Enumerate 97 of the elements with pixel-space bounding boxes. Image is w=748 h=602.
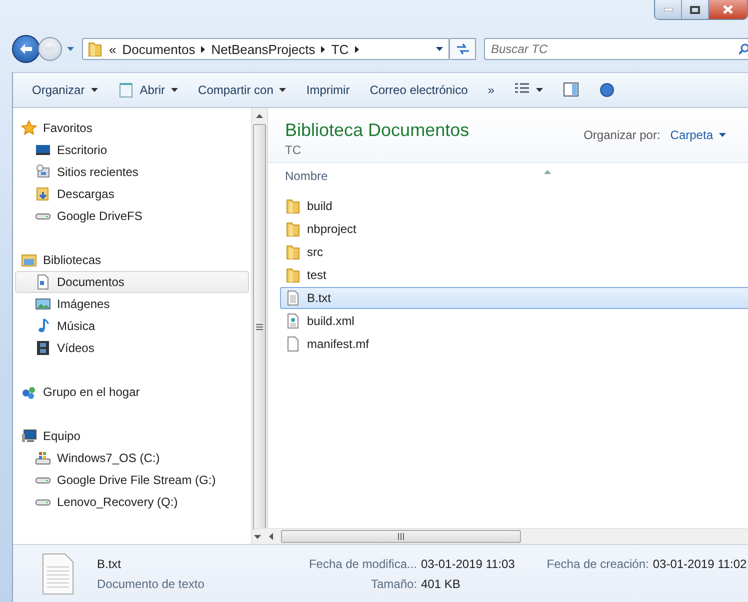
caret-icon	[719, 133, 726, 137]
text-file-icon	[285, 290, 301, 306]
right-arrow-icon	[44, 44, 56, 54]
vertical-scrollbar[interactable]	[251, 108, 267, 544]
notepad-icon	[118, 82, 134, 98]
navigation-item[interactable]: Escritorio	[15, 139, 249, 161]
document-icon	[35, 274, 51, 290]
file-name: B.txt	[97, 556, 122, 570]
column-header[interactable]: Nombre	[268, 163, 748, 189]
toolbar-button[interactable]: Compartir con	[191, 77, 294, 103]
navigation-item[interactable]: Lenovo_Recovery (Q:)	[15, 491, 249, 513]
navigation-item[interactable]: Equipo	[13, 425, 251, 447]
monitor-icon	[35, 142, 51, 158]
address-bar[interactable]: « Documentos NetBeansProjects TC	[82, 38, 450, 60]
sort-arrow-icon	[544, 170, 551, 174]
breadcrumb[interactable]: NetBeansProjects	[211, 42, 316, 56]
navigation-item[interactable]: Vídeos	[15, 337, 249, 359]
toolbar-button[interactable]: Organizar	[25, 77, 105, 103]
image-icon	[35, 296, 51, 312]
file-row[interactable]: nbproject	[280, 218, 748, 240]
recent-places-icon	[35, 164, 51, 180]
preview-pane-icon	[563, 82, 580, 98]
folder-subtitle: TC	[285, 142, 302, 156]
navigation-item[interactable]: Favoritos	[13, 117, 251, 139]
arrange-label: Organizar por:	[584, 128, 660, 142]
file-row[interactable]: manifest.mf	[280, 333, 748, 355]
open-button[interactable]: Abrir	[110, 77, 186, 103]
file-type: Documento de texto	[97, 576, 206, 590]
property-label: Fecha de creación:	[546, 556, 649, 570]
refresh-icon	[456, 43, 470, 55]
navigation-item[interactable]: Grupo en el hogar	[13, 381, 251, 403]
blank-file-icon	[285, 336, 301, 352]
search-field[interactable]: Buscar TC	[484, 38, 748, 60]
download-folder-icon	[35, 186, 51, 202]
chevron-icon	[201, 46, 206, 52]
property-label: Fecha de modifica...	[308, 556, 417, 570]
breadcrumb[interactable]: TC	[331, 42, 349, 56]
navigation-item[interactable]: Google Drive File Stream (G:)	[15, 469, 249, 491]
grip-icon	[256, 324, 263, 330]
navigation-item[interactable]: Sitios recientes	[15, 161, 249, 183]
folder-icon	[285, 267, 301, 283]
file-row[interactable]: B.txt	[280, 287, 748, 309]
file-row[interactable]: build	[280, 195, 748, 217]
folder-icon	[285, 221, 301, 237]
property-label: Tamaño:	[370, 576, 417, 590]
film-icon	[35, 340, 51, 356]
file-row[interactable]: test	[280, 264, 748, 286]
library-folder-icon	[21, 252, 37, 268]
navigation-item[interactable]: Bibliotecas	[13, 249, 251, 271]
refresh-button[interactable]	[450, 38, 476, 60]
navigation-item[interactable]: Música	[15, 315, 249, 337]
toolbar-button[interactable]: »	[480, 77, 502, 103]
folder-icon	[87, 41, 103, 57]
toolbar-button[interactable]: Imprimir	[299, 77, 357, 103]
text-file-icon	[41, 552, 75, 594]
library-title: Biblioteca Documentos	[285, 120, 470, 140]
back-button[interactable]	[12, 35, 40, 63]
system-drive-icon	[35, 450, 51, 466]
computer-icon	[21, 428, 37, 444]
close-icon	[723, 5, 733, 14]
search-icon	[739, 43, 748, 55]
navigation-item[interactable]: Google DriveFS	[15, 205, 249, 227]
property-value: 03-01-2019 11:02	[652, 556, 747, 570]
grip-icon	[398, 533, 404, 540]
navigation-item[interactable]: Documentos	[15, 271, 249, 293]
scrollbar-thumb[interactable]	[281, 530, 521, 543]
horizontal-scrollbar[interactable]	[254, 528, 748, 544]
maximize-button[interactable]	[682, 0, 709, 19]
left-arrow-icon	[19, 43, 33, 55]
file-row[interactable]: build.xml	[280, 310, 748, 332]
homegroup-icon	[21, 384, 37, 400]
folder-icon	[285, 244, 301, 260]
chevron-icon	[321, 46, 326, 52]
file-row[interactable]: src	[280, 241, 748, 263]
property-value: 03-01-2019 11:03	[421, 556, 515, 570]
property-value: 401 KB	[421, 576, 462, 590]
arrange-dropdown[interactable]: Carpeta	[670, 128, 726, 142]
navigation-item[interactable]: Imágenes	[15, 293, 249, 315]
caret-icon	[436, 47, 443, 51]
scroll-up-icon	[256, 114, 263, 118]
close-button[interactable]	[709, 0, 747, 19]
navigation-item[interactable]: Windows7_OS (C:)	[15, 447, 249, 469]
navigation-item[interactable]: Descargas	[15, 183, 249, 205]
minimize-icon	[664, 8, 672, 11]
overflow-chevron[interactable]: «	[109, 42, 116, 56]
star-icon	[21, 120, 37, 136]
caret-icon	[66, 47, 74, 51]
help-icon	[599, 82, 616, 98]
scroll-left-icon	[269, 533, 273, 540]
scroll-down-icon	[254, 534, 261, 538]
restore-icon	[690, 6, 700, 14]
breadcrumb[interactable]: Documentos	[122, 42, 196, 56]
xml-file-icon	[285, 313, 301, 329]
scrollbar-thumb[interactable]	[253, 124, 266, 530]
toolbar-button[interactable]: Correo electrónico	[362, 77, 475, 103]
folder-icon	[285, 198, 301, 214]
chevron-icon	[354, 46, 359, 52]
